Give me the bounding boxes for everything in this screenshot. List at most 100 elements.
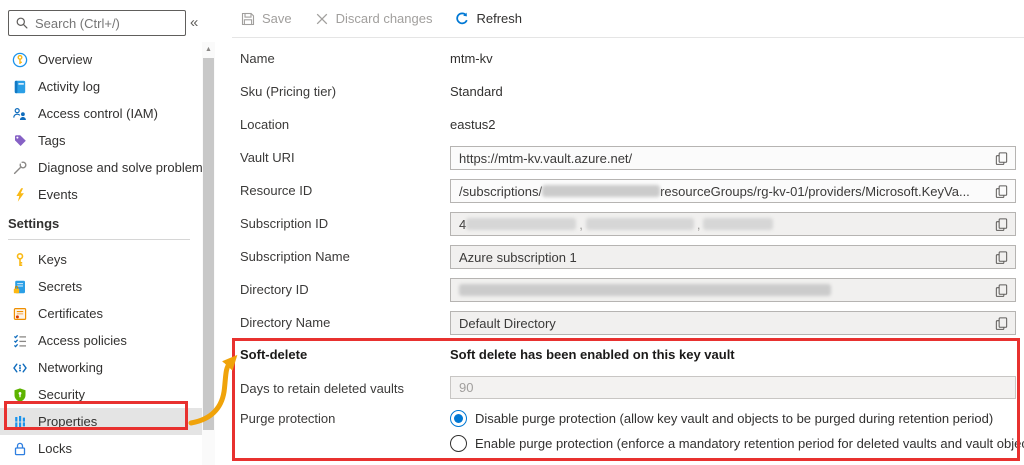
sidebar-item-networking[interactable]: Networking — [0, 354, 202, 381]
save-button[interactable]: Save — [240, 11, 292, 27]
sidebar-item-access-control[interactable]: Access control (IAM) — [0, 100, 202, 127]
purge-disable-option[interactable]: Disable purge protection (allow key vaul… — [450, 408, 993, 428]
lock-icon — [12, 441, 28, 457]
activity-log-icon — [12, 79, 28, 95]
redacted-value — [585, 218, 694, 230]
radio-selected-icon[interactable] — [450, 409, 467, 427]
sidebar-item-label: Overview — [38, 52, 93, 67]
sidebar-scrollbar[interactable]: ▲ — [202, 42, 215, 465]
directory-name-field: Default Directory — [450, 311, 1016, 335]
sidebar-item-label: Networking — [38, 360, 104, 375]
sidebar-item-label: Diagnose and solve problems — [38, 160, 210, 175]
subscription-name-label: Subscription Name — [240, 249, 350, 264]
sidebar-item-label: Access policies — [38, 333, 127, 348]
purge-disable-label: Disable purge protection (allow key vaul… — [475, 410, 994, 426]
copy-icon[interactable] — [994, 316, 1009, 331]
sidebar-item-access-policies[interactable]: Access policies — [0, 327, 202, 354]
discard-changes-button[interactable]: Discard changes — [314, 11, 433, 27]
sidebar-item-label: Properties — [38, 414, 98, 429]
subscription-name-value: Azure subscription 1 — [459, 249, 577, 265]
certificate-icon — [12, 306, 28, 322]
resource-id-prefix: /subscriptions/ — [459, 183, 543, 199]
overview-icon — [12, 52, 28, 68]
radio-unselected-icon[interactable] — [450, 434, 467, 452]
refresh-label: Refresh — [476, 11, 522, 26]
purge-enable-label: Enable purge protection (enforce a manda… — [475, 435, 1024, 451]
redacted-subscription-guid — [542, 185, 661, 197]
name-label: Name — [240, 51, 275, 66]
directory-id-label: Directory ID — [240, 282, 309, 297]
checklist-icon — [12, 333, 28, 349]
resource-id-label: Resource ID — [240, 183, 313, 198]
sidebar-item-overview[interactable]: Overview — [0, 46, 202, 73]
soft-delete-status: Soft delete has been enabled on this key… — [450, 347, 735, 362]
location-value: eastus2 — [450, 117, 496, 132]
tag-icon — [12, 133, 28, 149]
copy-icon[interactable] — [994, 151, 1009, 166]
redaction-separator: , — [696, 216, 701, 232]
copy-icon[interactable] — [994, 250, 1009, 265]
collapse-sidebar-icon[interactable]: « — [190, 14, 198, 31]
soft-delete-label: Soft-delete — [240, 347, 308, 362]
sidebar-item-label: Certificates — [38, 306, 104, 321]
vault-uri-label: Vault URI — [240, 150, 295, 165]
resource-id-field: /subscriptions/ resourceGroups/rg-kv-01/… — [450, 179, 1016, 203]
copy-icon[interactable] — [994, 283, 1009, 298]
refresh-button[interactable]: Refresh — [454, 11, 522, 27]
sidebar-item-label: Keys — [38, 252, 67, 267]
sidebar-item-diagnose[interactable]: Diagnose and solve problems — [0, 154, 209, 181]
shield-icon — [12, 387, 28, 403]
azure-key-vault-properties-page: « Overview Activity log Access control (… — [0, 0, 1024, 465]
retention-days-label: Days to retain deleted vaults — [240, 381, 405, 396]
redaction-separator: , — [579, 216, 583, 232]
sidebar-nav: Overview Activity log Access control (IA… — [0, 46, 209, 462]
scroll-up-icon[interactable]: ▲ — [202, 42, 215, 57]
sku-value: Standard — [450, 84, 503, 99]
sidebar-item-label: Security — [38, 387, 85, 402]
sidebar-item-keys[interactable]: Keys — [0, 246, 202, 273]
search-box[interactable] — [8, 10, 186, 36]
subscription-id-field: 4 , , — [450, 212, 1016, 236]
lightning-icon — [12, 187, 28, 203]
sidebar-item-secrets[interactable]: Secrets — [0, 273, 202, 300]
location-label: Location — [240, 117, 290, 132]
purge-enable-option[interactable]: Enable purge protection (enforce a manda… — [450, 433, 1024, 453]
sidebar-item-security[interactable]: Security — [0, 381, 202, 408]
toolbar: Save Discard changes Refresh — [232, 0, 1024, 38]
sidebar-item-label: Events — [38, 187, 78, 202]
subscription-id-prefix: 4 — [459, 216, 467, 232]
directory-id-field — [450, 278, 1016, 302]
sidebar-item-properties[interactable]: Properties — [0, 408, 202, 435]
sidebar-item-label: Locks — [38, 441, 72, 456]
sidebar-item-locks[interactable]: Locks — [0, 435, 202, 462]
name-value: mtm-kv — [450, 51, 493, 66]
redacted-value — [466, 218, 577, 230]
sidebar-item-activity-log[interactable]: Activity log — [0, 73, 202, 100]
directory-name-value: Default Directory — [459, 315, 556, 331]
sidebar-item-label: Activity log — [38, 79, 101, 94]
subscription-id-label: Subscription ID — [240, 216, 329, 231]
redacted-value — [703, 218, 774, 230]
vault-uri-value: https://mtm-kv.vault.azure.net/ — [459, 150, 633, 166]
directory-name-label: Directory Name — [240, 315, 331, 330]
sidebar-item-certificates[interactable]: Certificates — [0, 300, 202, 327]
resource-id-suffix: resourceGroups/rg-kv-01/providers/Micros… — [660, 183, 970, 199]
main-content: Save Discard changes Refresh Name mtm-kv… — [232, 0, 1024, 465]
discard-changes-label: Discard changes — [335, 11, 433, 26]
properties-icon — [12, 414, 28, 430]
refresh-icon — [454, 11, 470, 27]
copy-icon[interactable] — [994, 184, 1009, 199]
wrench-icon — [12, 160, 28, 176]
copy-icon[interactable] — [994, 217, 1009, 232]
sidebar-item-events[interactable]: Events — [0, 181, 202, 208]
sidebar-item-label: Tags — [38, 133, 66, 148]
search-icon — [16, 17, 28, 29]
search-input[interactable] — [35, 15, 179, 31]
sidebar-item-label: Secrets — [38, 279, 83, 294]
scrollbar-thumb[interactable] — [203, 58, 214, 430]
access-control-icon — [12, 106, 28, 122]
vault-uri-field: https://mtm-kv.vault.azure.net/ — [450, 146, 1016, 170]
retention-days-input[interactable]: 90 — [450, 376, 1016, 399]
sidebar-item-tags[interactable]: Tags — [0, 127, 202, 154]
sidebar: « Overview Activity log Access control (… — [0, 0, 222, 465]
